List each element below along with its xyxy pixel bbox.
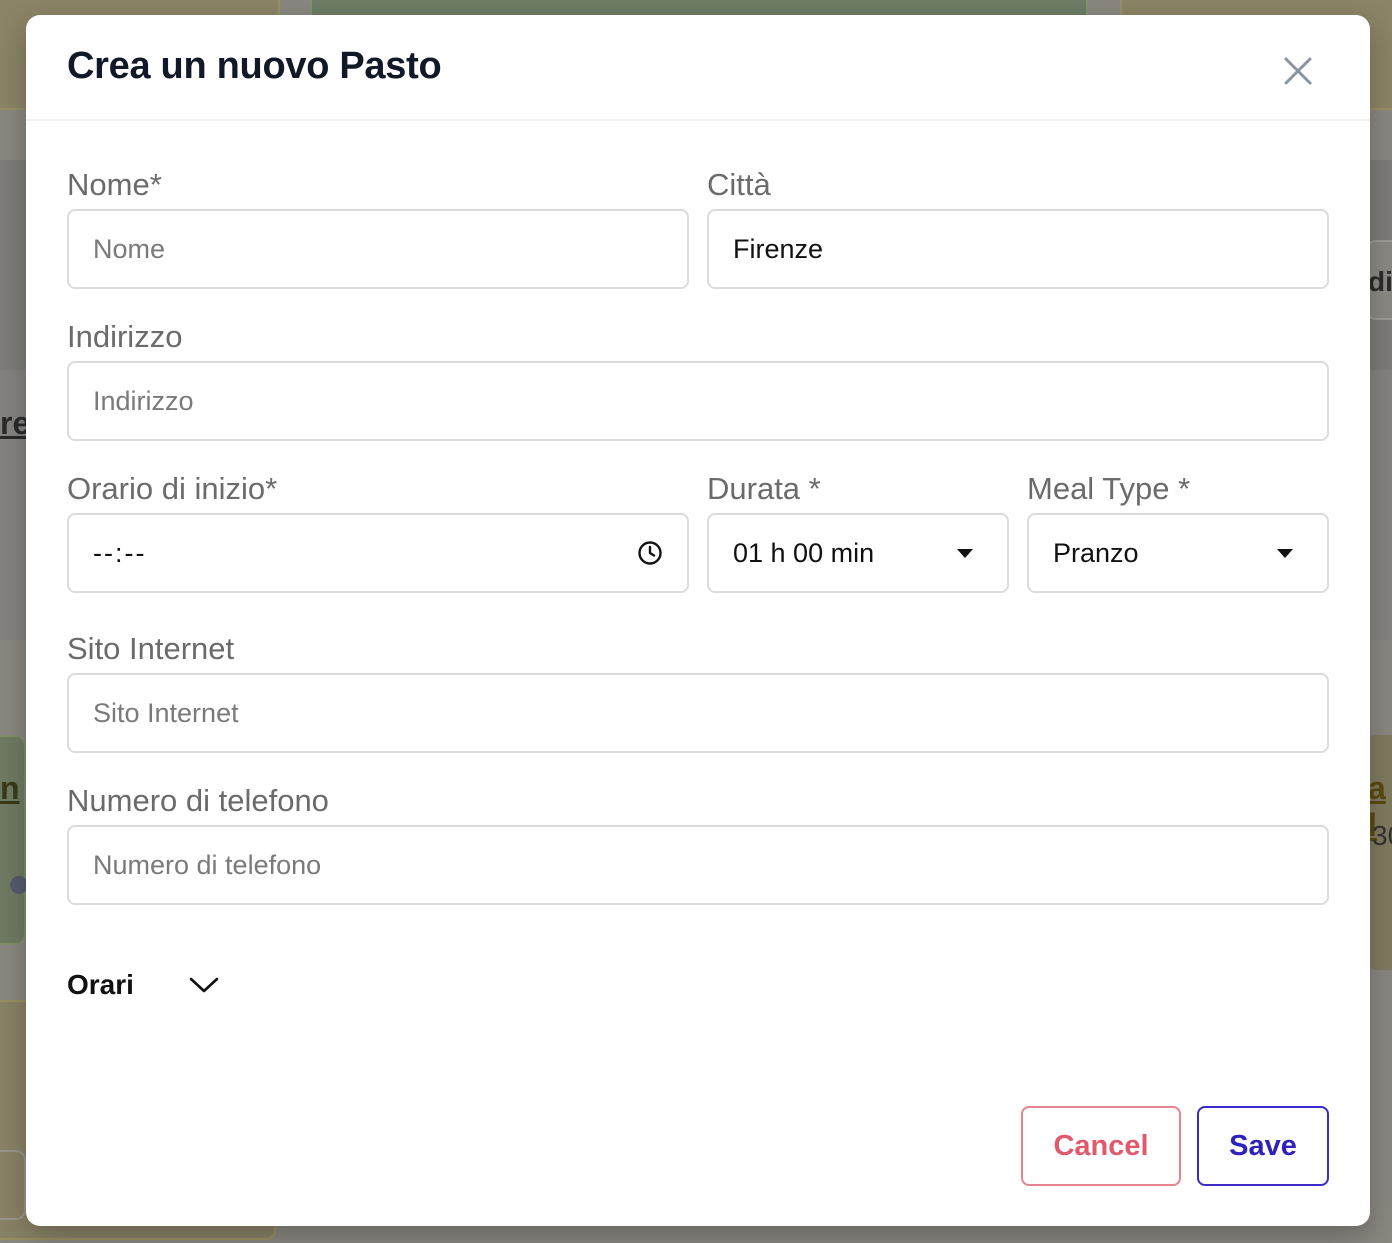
orario-label: Orario di inizio* xyxy=(67,471,278,506)
indirizzo-label: Indirizzo xyxy=(67,319,183,354)
chevron-down-icon xyxy=(189,977,219,993)
citta-label: Città xyxy=(707,167,771,202)
nome-input[interactable] xyxy=(93,233,663,265)
orari-label: Orari xyxy=(67,969,134,1000)
close-button[interactable] xyxy=(1278,51,1318,91)
sito-input[interactable] xyxy=(93,697,1303,729)
meal-type-select[interactable]: Pranzo xyxy=(1027,513,1329,593)
background-card xyxy=(0,1150,26,1220)
citta-input[interactable] xyxy=(733,233,1303,265)
create-meal-modal: Crea un nuovo Pasto Nome* Città Indirizz… xyxy=(26,15,1370,1226)
nome-label: Nome* xyxy=(67,167,162,202)
orario-time-input[interactable]: --:-- xyxy=(67,513,689,593)
save-button[interactable]: Save xyxy=(1197,1106,1329,1186)
indirizzo-field[interactable] xyxy=(67,361,1329,441)
durata-value: 01 h 00 min xyxy=(733,537,875,568)
background-text: di xyxy=(1368,266,1392,297)
close-icon xyxy=(1284,57,1312,85)
sito-field[interactable] xyxy=(67,673,1329,753)
meal-type-label: Meal Type * xyxy=(1027,471,1191,506)
telefono-field[interactable] xyxy=(67,825,1329,905)
citta-field[interactable] xyxy=(707,209,1329,289)
durata-label: Durata * xyxy=(707,471,821,506)
modal-title: Crea un nuovo Pasto xyxy=(67,45,442,87)
clock-icon[interactable] xyxy=(637,540,663,566)
indirizzo-input[interactable] xyxy=(93,385,1303,417)
background-text: n xyxy=(0,770,20,806)
modal-header: Crea un nuovo Pasto xyxy=(26,15,1370,121)
telefono-input[interactable] xyxy=(93,849,1303,881)
background-card xyxy=(0,735,26,945)
caret-down-icon xyxy=(957,548,973,558)
sito-label: Sito Internet xyxy=(67,631,235,666)
orario-value: --:-- xyxy=(93,537,147,568)
background-text: 30 xyxy=(1372,820,1392,851)
telefono-label: Numero di telefono xyxy=(67,783,329,818)
cancel-button[interactable]: Cancel xyxy=(1021,1106,1181,1186)
caret-down-icon xyxy=(1277,548,1293,558)
nome-field[interactable] xyxy=(67,209,689,289)
orari-toggle[interactable]: Orari xyxy=(67,969,220,1001)
durata-select[interactable]: 01 h 00 min xyxy=(707,513,1009,593)
meal-type-value: Pranzo xyxy=(1053,537,1139,568)
